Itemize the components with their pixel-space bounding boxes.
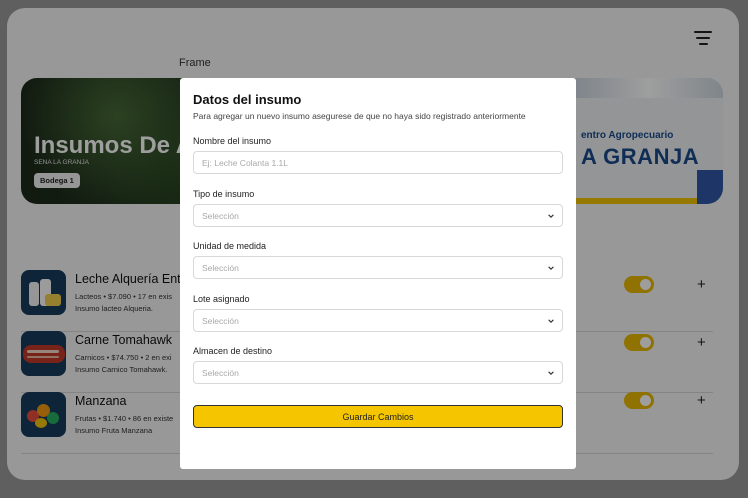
chevron-down-icon	[548, 319, 554, 323]
save-button[interactable]: Guardar Cambios	[193, 405, 563, 428]
name-field-label: Nombre del insumo	[193, 136, 272, 146]
warehouse-select[interactable]: Selección	[193, 361, 563, 384]
chevron-down-icon	[548, 266, 554, 270]
chevron-down-icon	[548, 371, 554, 375]
type-select-value: Selección	[202, 211, 239, 221]
unit-select-value: Selección	[202, 263, 239, 273]
name-field	[193, 151, 563, 174]
lot-field-label: Lote asignado	[193, 294, 250, 304]
unit-field-label: Unidad de medida	[193, 241, 267, 251]
type-select[interactable]: Selección	[193, 204, 563, 227]
name-input[interactable]	[194, 152, 562, 173]
unit-select[interactable]: Selección	[193, 256, 563, 279]
chevron-down-icon	[548, 214, 554, 218]
modal-subtitle: Para agregar un nuevo insumo asegurese d…	[193, 111, 526, 121]
lot-select-value: Selección	[202, 316, 239, 326]
warehouse-select-value: Selección	[202, 368, 239, 378]
type-field-label: Tipo de insumo	[193, 189, 255, 199]
lot-select[interactable]: Selección	[193, 309, 563, 332]
insumo-modal: Datos del insumo Para agregar un nuevo i…	[180, 78, 576, 469]
modal-title: Datos del insumo	[193, 92, 302, 107]
warehouse-field-label: Almacen de destino	[193, 346, 273, 356]
